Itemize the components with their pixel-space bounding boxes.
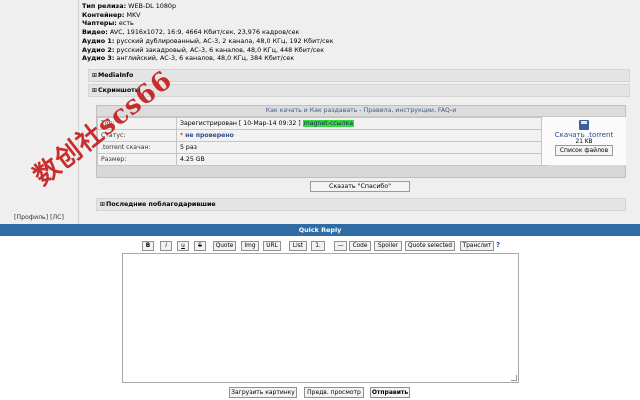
profile-links[interactable]: [Профиль] [ЛС] xyxy=(14,214,64,221)
download-torrent-link[interactable]: Скачать .torrent xyxy=(542,131,626,139)
file-list-button[interactable]: Список файлов xyxy=(554,145,614,156)
author-column: [Профиль] [ЛС] xyxy=(0,0,79,224)
release-specs: Тип релиза: WEB-DL 1080p Контейнер: MKV … xyxy=(82,2,602,63)
upload-image-button[interactable]: Загрузить картинку xyxy=(229,387,297,398)
help-links-text[interactable]: Как качать и Как раздавать - Правила, ин… xyxy=(266,107,457,114)
quote-selected-button[interactable]: Quote selected xyxy=(405,241,455,251)
row-value: * не проверено xyxy=(176,129,548,142)
status-text: не проверено xyxy=(185,132,234,139)
spec-row: Видео: AVC, 1916x1072, 16:9, 4664 Кбит/с… xyxy=(82,28,602,37)
spec-label: Контейнер: xyxy=(82,10,125,19)
expand-icon: ⊞ xyxy=(91,87,98,94)
italic-button[interactable]: i xyxy=(160,241,172,251)
underline-button[interactable]: u xyxy=(177,241,189,251)
spec-row: Аудио 3: английский, AC-3, 6 каналов, 48… xyxy=(82,54,602,63)
spec-value: есть xyxy=(116,19,134,28)
spoiler-title: MediaInfo xyxy=(98,72,134,79)
row-value: 4.25 GB xyxy=(176,153,548,166)
bold-button[interactable]: B xyxy=(142,241,154,251)
row-label: Размер: xyxy=(97,153,177,166)
spec-label: Аудио 1: xyxy=(82,36,115,45)
table-row: Статус: * не проверено xyxy=(97,129,548,142)
profile-link-text[interactable]: [Профиль] [ЛС] xyxy=(14,214,64,221)
status-icon: * xyxy=(180,132,184,139)
spec-label: Аудио 3: xyxy=(82,54,115,63)
expand-icon: ⊞ xyxy=(99,201,106,208)
spec-value: русский дублированный, AC-3, 2 канала, 4… xyxy=(114,36,334,45)
spec-value: WEB-DL 1080p xyxy=(126,2,177,10)
magnet-link[interactable]: magnet-ссылка xyxy=(302,120,354,127)
spec-row: Чаптеры: есть xyxy=(82,19,602,28)
quote-button[interactable]: Quote xyxy=(213,241,236,251)
preview-button[interactable]: Предв. просмотр xyxy=(304,387,364,398)
editor-toolbar: B i u S Quote Img URL List 1. — Code Spo… xyxy=(142,241,512,251)
floppy-disk-icon[interactable] xyxy=(579,120,589,130)
strike-button[interactable]: S xyxy=(194,241,206,251)
spec-value: MKV xyxy=(124,10,141,19)
resize-grip-icon[interactable] xyxy=(511,375,517,381)
table-row: Тор: Зарегистрирован [ 10-Мар-14 09:32 ] … xyxy=(97,117,548,130)
spec-label: Видео: xyxy=(82,28,108,37)
img-button[interactable]: Img xyxy=(241,241,259,251)
spec-row: Тип релиза: WEB-DL 1080p xyxy=(82,2,602,11)
spoiler-last-thanked[interactable]: ⊞Последние поблагодарившие xyxy=(96,198,626,211)
translit-button[interactable]: Транслит xyxy=(460,241,494,251)
spec-label: Чаптеры: xyxy=(82,19,117,28)
spec-value: AVC, 1916x1072, 16:9, 4664 Кбит/сек, 23,… xyxy=(107,28,300,37)
download-help-links[interactable]: Как качать и Как раздавать - Правила, ин… xyxy=(97,106,625,117)
spec-value: английский, AC-3, 6 каналов, 48,0 КГц, 3… xyxy=(114,54,295,63)
spec-row: Аудио 1: русский дублированный, AC-3, 2 … xyxy=(82,37,602,46)
say-thanks-button[interactable]: Сказать "Спасибо" xyxy=(310,181,410,192)
download-box: Скачать .torrent 21 KB Список файлов xyxy=(541,117,626,165)
code-button[interactable]: Code xyxy=(349,241,371,251)
spec-value: русский закадровый, AC-3, 6 каналов, 48,… xyxy=(114,45,325,54)
table-row: Размер: 4.25 GB xyxy=(97,153,548,166)
row-value: Зарегистрирован [ 10-Мар-14 09:32 ] magn… xyxy=(176,117,548,130)
spoiler-title: Последние поблагодарившие xyxy=(106,201,216,208)
numbered-list-button[interactable]: 1. xyxy=(311,241,325,251)
expand-icon: ⊞ xyxy=(91,72,98,79)
registered-text: Зарегистрирован [ 10-Мар-14 09:32 ] xyxy=(180,120,303,127)
message-textarea[interactable] xyxy=(122,253,519,383)
help-icon[interactable]: ? xyxy=(496,241,500,249)
url-button[interactable]: URL xyxy=(263,241,281,251)
row-value: 5 раз xyxy=(176,141,548,154)
spec-label: Аудио 2: xyxy=(82,45,115,54)
spec-label: Тип релиза: xyxy=(82,2,127,10)
send-button[interactable]: Отправить xyxy=(370,387,410,398)
spec-row: Аудио 2: русский закадровый, AC-3, 6 кан… xyxy=(82,46,602,55)
spec-row: Контейнер: MKV xyxy=(82,11,602,20)
spoiler-button[interactable]: Spoiler xyxy=(374,241,402,251)
quick-reply-header: Quick Reply xyxy=(0,224,640,236)
table-row: .torrent скачан: 5 раз xyxy=(97,141,548,154)
download-panel: Как качать и Как раздавать - Правила, ин… xyxy=(96,105,626,178)
torrent-info-table: Тор: Зарегистрирован [ 10-Мар-14 09:32 ] … xyxy=(97,117,548,166)
list-button[interactable]: List xyxy=(289,241,307,251)
horizontal-rule-button[interactable]: — xyxy=(334,241,347,251)
